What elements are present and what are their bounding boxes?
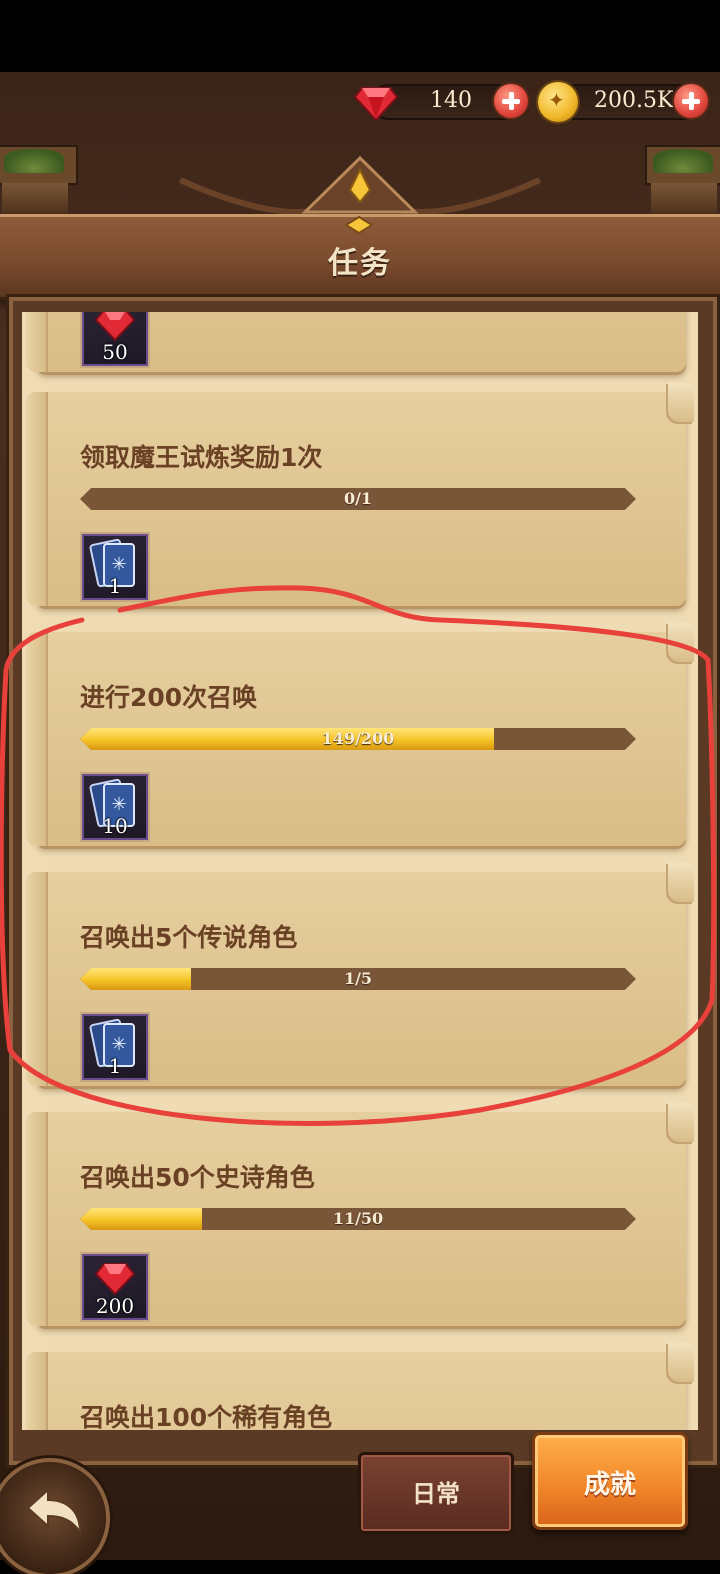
- task-title: 领取魔王试炼奖励1次: [80, 443, 323, 472]
- task-title: 召唤出100个稀有角色: [80, 1403, 333, 1430]
- reward-slot[interactable]: ✳ 1: [80, 532, 150, 602]
- progress-bar: 1/5: [80, 968, 636, 990]
- task-card[interactable]: 召唤出5个传说角色 1/5 ✳ 1: [26, 862, 694, 1086]
- decor-pillar-left: [0, 145, 78, 220]
- task-card[interactable]: 领取魔王试炼奖励1次 0/1 ✳ 1: [26, 382, 694, 606]
- task-card[interactable]: 召唤出100个稀有角色: [26, 1342, 694, 1430]
- progress-text: 1/5: [343, 969, 373, 988]
- reward-count: 1: [108, 574, 122, 598]
- reward-slot[interactable]: 200: [80, 1252, 150, 1322]
- task-title: 召唤出5个传说角色: [80, 923, 298, 952]
- tab-daily-label: 日常: [412, 1480, 460, 1508]
- header-ornament-icon: [344, 216, 374, 234]
- gold-coin-icon: ✦: [538, 82, 578, 122]
- svg-text:✳: ✳: [111, 554, 126, 575]
- progress-text: 11/50: [332, 1209, 384, 1228]
- task-list[interactable]: 50 领取魔王试炼奖励1次 0/1 ✳ 1 进行200次召唤 149/200 ✳…: [22, 312, 698, 1430]
- decor-pillar-right: [645, 145, 720, 220]
- back-arrow-icon: [26, 1487, 82, 1536]
- reward-slot[interactable]: ✳ 1: [80, 1012, 150, 1082]
- reward-count: 1: [108, 1054, 122, 1078]
- reward-count: 50: [102, 340, 128, 364]
- add-gold-button[interactable]: [674, 84, 708, 118]
- progress-bar: 11/50: [80, 1208, 636, 1230]
- reward-count: 200: [95, 1294, 135, 1318]
- task-card[interactable]: 50: [26, 312, 686, 372]
- progress-bar: 149/200: [80, 728, 636, 750]
- gem-icon: [354, 87, 398, 122]
- add-gems-button[interactable]: [494, 84, 528, 118]
- progress-text: 0/1: [343, 489, 373, 508]
- task-title: 召唤出50个史诗角色: [80, 1163, 315, 1192]
- reward-slot[interactable]: ✳ 10: [80, 772, 150, 842]
- gem-count: 140: [430, 88, 472, 113]
- reward-count: 10: [102, 814, 128, 838]
- task-card[interactable]: 进行200次召唤 149/200 ✳ 10: [26, 622, 694, 846]
- tab-achievement-label: 成就: [583, 1470, 636, 1500]
- task-title: 进行200次召唤: [80, 683, 258, 712]
- progress-text: 149/200: [321, 729, 395, 748]
- progress-bar: 0/1: [80, 488, 636, 510]
- svg-text:✳: ✳: [111, 1034, 126, 1055]
- task-card[interactable]: 召唤出50个史诗角色 11/50 200: [26, 1102, 694, 1326]
- svg-text:✳: ✳: [111, 794, 126, 815]
- reward-slot[interactable]: 50: [80, 312, 150, 368]
- page-title: 任务: [328, 246, 392, 281]
- gold-count: 200.5K: [594, 88, 674, 113]
